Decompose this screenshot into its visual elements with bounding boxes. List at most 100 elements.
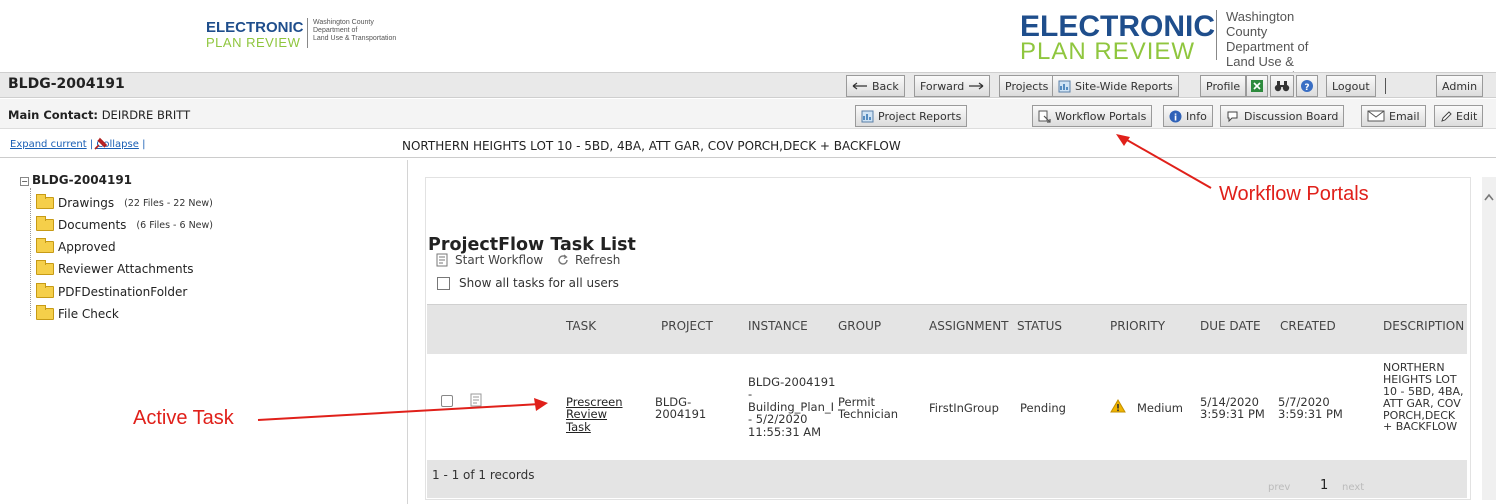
report-icon [1058, 80, 1071, 92]
start-workflow-button[interactable]: Start Workflow [436, 253, 543, 267]
excel-icon [1251, 80, 1263, 92]
left-logo-dept: Washington County Department of Land Use… [313, 19, 397, 43]
svg-text:i: i [1174, 113, 1177, 123]
show-all-tasks[interactable]: Show all tasks for all users [437, 276, 619, 290]
folder-icon [36, 260, 54, 275]
col-header-due-date[interactable]: DUE DATE [1200, 319, 1261, 333]
expand-current-link[interactable]: Expand current [10, 139, 87, 150]
refresh-icon [558, 254, 568, 265]
col-header-assignment[interactable]: ASSIGNMENT [929, 319, 1009, 333]
tree-connector [30, 188, 31, 316]
folder-icon [36, 194, 54, 209]
collapse-toggle-icon[interactable]: − [20, 177, 29, 186]
tree-item-documents[interactable]: Documents (6 Files - 6 New) [36, 216, 213, 232]
scrollbar[interactable] [1482, 177, 1496, 500]
help-button[interactable]: ? [1296, 75, 1318, 97]
excel-button[interactable] [1246, 75, 1268, 97]
pager-prev[interactable]: prev [1268, 482, 1290, 493]
tree-item-pdfdestinationfolder[interactable]: PDFDestinationFolder [36, 283, 187, 299]
find-button[interactable] [1270, 75, 1294, 97]
folder-icon [36, 216, 54, 231]
row-status: Pending [1020, 401, 1066, 415]
arrow-right-icon [969, 82, 984, 90]
left-logo-subtitle: PLAN REVIEW [206, 35, 301, 50]
col-header-task[interactable]: TASK [566, 319, 596, 333]
edit-button[interactable]: Edit [1434, 105, 1484, 127]
nav-separator [1385, 78, 1386, 94]
right-logo: ELECTRONIC PLAN REVIEW Washington County… [1020, 8, 1309, 84]
projects-button[interactable]: Projects [999, 75, 1055, 97]
svg-text:?: ? [1304, 83, 1309, 93]
row-due-date: 5/14/2020 3:59:31 PM [1200, 395, 1265, 422]
workflow-portals-button[interactable]: Workflow Portals [1032, 105, 1153, 127]
report-icon [861, 110, 874, 122]
row-description: NORTHERN HEIGHTS LOT 10 - 5BD, 4BA, ATT … [1383, 361, 1464, 434]
back-button[interactable]: Back [846, 75, 905, 97]
folder-icon [36, 238, 54, 253]
main-contact-label: Main Contact: [8, 108, 99, 122]
email-icon [1367, 110, 1385, 122]
binoculars-icon [1274, 81, 1290, 92]
pushpin-icon[interactable] [92, 137, 108, 151]
tree-root[interactable]: − BLDG-2004191 [20, 173, 132, 187]
row-priority: Medium [1137, 401, 1183, 415]
show-all-checkbox[interactable] [437, 276, 450, 290]
row-project: BLDG-2004191 [655, 395, 707, 422]
annotation-workflow-portals: Workflow Portals [1219, 183, 1369, 205]
main-contact: Main Contact: DEIRDRE BRITT [8, 108, 190, 122]
email-button[interactable]: Email [1361, 105, 1426, 127]
annotation-arrow-workflow [1116, 134, 1212, 189]
col-header-created[interactable]: CREATED [1280, 319, 1336, 333]
row-created: 5/7/2020 3:59:31 PM [1278, 395, 1343, 422]
main-contact-name: DEIRDRE BRITT [101, 108, 191, 122]
tree-controls: Expand current | Collapse | [10, 139, 146, 150]
tasklist-title: ProjectFlow Task List [428, 235, 636, 255]
folder-icon [36, 283, 54, 298]
discussion-board-button[interactable]: Discussion Board [1220, 105, 1345, 127]
annotation-active-task: Active Task [133, 407, 234, 429]
col-header-priority[interactable]: PRIORITY [1110, 319, 1165, 333]
table-footer [427, 460, 1467, 498]
site-wide-reports-button[interactable]: Site-Wide Reports [1052, 75, 1179, 97]
scroll-up-icon[interactable] [1483, 192, 1495, 202]
workflow-list-icon [436, 253, 448, 267]
project-description: NORTHERN HEIGHTS LOT 10 - 5BD, 4BA, ATT … [402, 139, 901, 153]
pager-page[interactable]: 1 [1320, 478, 1328, 493]
row-assignment: FirstInGroup [929, 401, 999, 415]
info-button[interactable]: i Info [1163, 105, 1213, 127]
task-link[interactable]: Prescreen Review Task [566, 396, 626, 433]
folder-icon [36, 305, 54, 320]
project-reports-button[interactable]: Project Reports [855, 105, 968, 127]
admin-button[interactable]: Admin [1436, 75, 1484, 97]
pager-next[interactable]: next [1342, 482, 1364, 493]
right-logo-subtitle: PLAN REVIEW [1020, 38, 1196, 65]
tree-item-file-check[interactable]: File Check [36, 305, 119, 321]
left-panel [0, 160, 408, 504]
help-icon: ? [1301, 80, 1313, 93]
annotation-arrow-active-task [257, 398, 548, 421]
info-icon: i [1169, 110, 1182, 123]
profile-button[interactable]: Profile [1200, 75, 1247, 97]
arrow-left-icon [852, 82, 867, 90]
edit-icon [1441, 110, 1452, 122]
workflow-icon [1038, 110, 1051, 123]
col-header-description[interactable]: DESCRIPTION [1383, 319, 1464, 333]
tree-item-drawings[interactable]: Drawings (22 Files - 22 New) [36, 194, 213, 210]
col-header-status[interactable]: STATUS [1017, 319, 1062, 333]
refresh-button[interactable]: Refresh [556, 253, 620, 267]
row-group: Permit Technician [838, 395, 899, 422]
warning-icon [1110, 399, 1126, 413]
left-logo: ELECTRONIC PLAN REVIEW Washington County… [206, 16, 436, 52]
col-header-project[interactable]: PROJECT [661, 319, 713, 333]
forward-button[interactable]: Forward [914, 75, 991, 97]
records-count: 1 - 1 of 1 records [432, 468, 535, 482]
logout-button[interactable]: Logout [1326, 75, 1376, 97]
tree-item-reviewer-attachments[interactable]: Reviewer Attachments [36, 260, 194, 276]
col-header-instance[interactable]: INSTANCE [748, 319, 808, 333]
tree-item-approved[interactable]: Approved [36, 238, 116, 254]
left-logo-title: ELECTRONIC [206, 19, 304, 36]
row-instance: BLDG-2004191 - Building_Plan_I - 5/2/202… [748, 375, 836, 439]
project-id: BLDG-2004191 [8, 76, 125, 92]
discussion-icon [1227, 111, 1238, 122]
col-header-group[interactable]: GROUP [838, 319, 881, 333]
